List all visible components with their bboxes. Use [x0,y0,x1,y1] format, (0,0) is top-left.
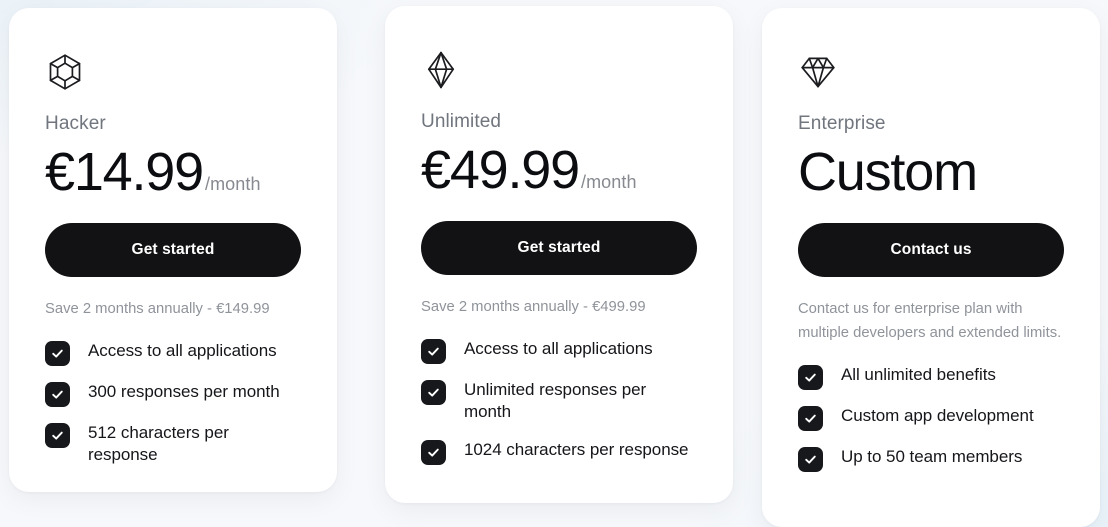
list-item: All unlimited benefits [798,364,1064,390]
price-row-hacker: €14.99 /month [45,141,301,202]
savings-note-unlimited: Save 2 months annually - €499.99 [421,299,646,315]
feature-label: 1024 characters per response [464,439,689,459]
check-icon [798,446,823,472]
plan-name-hacker: Hacker [45,113,106,134]
pricing-card-enterprise: Enterprise Custom Contact us Contact us … [762,8,1100,527]
list-item: Up to 50 team members [798,446,1064,472]
list-item: Custom app development [798,405,1064,431]
feature-label: Unlimited responses per month [464,379,647,422]
pricing-cards-row: Hacker €14.99 /month Get started Save 2 … [0,0,1108,527]
price-row-unlimited: €49.99 /month [421,139,697,200]
price-amount-unlimited: €49.99 [421,139,580,200]
feature-label: Custom app development [841,405,1034,425]
list-item: 512 characters per response [45,422,301,467]
feature-list-unlimited: Access to all applications Unlimited res… [421,338,697,465]
feature-list-hacker: Access to all applications 300 responses… [45,340,301,467]
pricing-card-unlimited: Unlimited €49.99 /month Get started Save… [385,6,733,503]
feature-label: 300 responses per month [88,381,280,401]
check-icon [421,439,446,465]
feature-label: 512 characters per response [88,422,229,465]
get-started-button-unlimited[interactable]: Get started [421,221,697,275]
list-item: Access to all applications [45,340,301,366]
price-period-hacker: /month [204,173,261,194]
pricing-card-hacker: Hacker €14.99 /month Get started Save 2 … [9,8,337,492]
list-item: 300 responses per month [45,381,301,407]
list-item: Access to all applications [421,338,697,364]
price-amount-hacker: €14.99 [45,141,204,202]
feature-label: Up to 50 team members [841,446,1023,466]
plan-name-unlimited: Unlimited [421,111,502,132]
plan-name-enterprise: Enterprise [798,113,886,134]
feature-label: All unlimited benefits [841,364,996,384]
check-icon [421,338,446,364]
check-icon [421,379,446,405]
price-row-enterprise: Custom [798,141,1064,202]
check-icon [45,422,70,448]
contact-us-button-enterprise[interactable]: Contact us [798,223,1064,277]
description-enterprise: Contact us for enterprise plan with mult… [798,301,1062,341]
octahedron-gem-icon [421,50,461,90]
check-icon [45,340,70,366]
feature-label: Access to all applications [464,338,653,358]
check-icon [798,364,823,390]
feature-label: Access to all applications [88,340,277,360]
list-item: Unlimited responses per month [421,379,697,424]
hexagon-gem-icon [45,52,85,92]
price-amount-enterprise: Custom [798,141,978,202]
check-icon [798,405,823,431]
check-icon [45,381,70,407]
price-period-unlimited: /month [580,171,637,192]
diamond-gem-icon [798,52,838,92]
savings-note-hacker: Save 2 months annually - €149.99 [45,301,270,317]
feature-list-enterprise: All unlimited benefits Custom app develo… [798,364,1064,472]
get-started-button-hacker[interactable]: Get started [45,223,301,277]
list-item: 1024 characters per response [421,439,697,465]
